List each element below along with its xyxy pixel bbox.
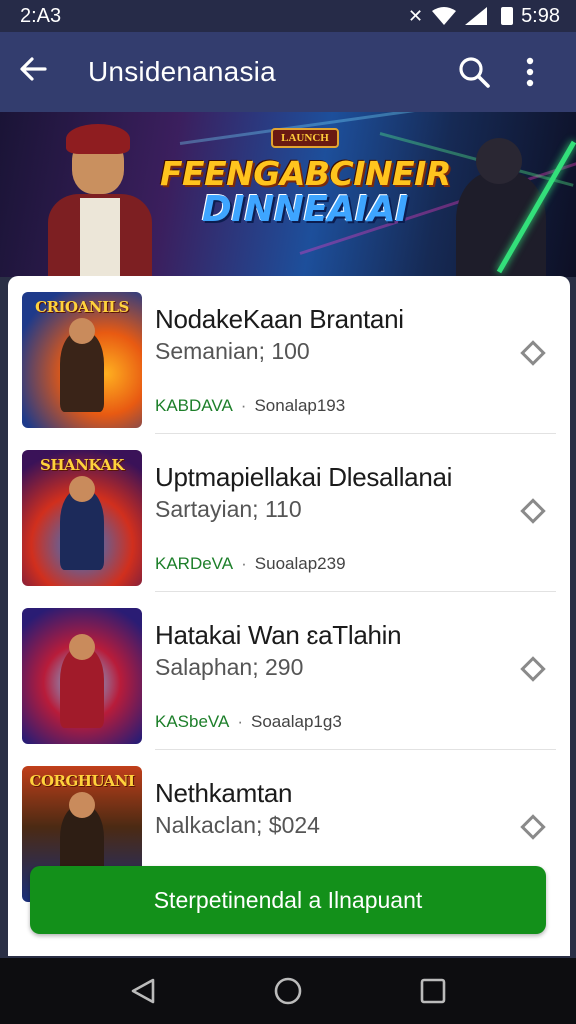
status-icons: ✕ 5:98	[408, 5, 560, 28]
hero-character-illustration	[20, 124, 170, 277]
page-title: Unsidenanasia	[88, 56, 276, 87]
banner-badge: LAUNCH	[271, 128, 339, 148]
nav-home-icon[interactable]	[258, 971, 318, 1011]
search-icon	[459, 57, 490, 88]
app-thumbnail: SHANKAK	[22, 450, 142, 586]
status-time: 2:A3	[20, 4, 62, 27]
install-diamond-icon[interactable]	[520, 340, 546, 366]
banner-headline-line2: DINNEAIAI	[201, 189, 409, 230]
list-item[interactable]: Hatakai Wan ɛaTlahin Salaphan; 290 KASbe…	[8, 592, 570, 750]
nav-recents-icon[interactable]	[403, 971, 463, 1011]
list-item[interactable]: SHANKAK Uptmapiellakai Dlesallanai Sarta…	[8, 434, 570, 592]
status-bar: 2:A3 ✕ 5:98	[0, 0, 576, 32]
thumb-label: SHANKAK	[40, 456, 124, 474]
app-name: NodakeKaan Brantani	[155, 304, 404, 334]
developer-name: KARDeVA	[155, 554, 234, 573]
system-nav-bar	[0, 958, 576, 1024]
more-vert-icon[interactable]	[502, 57, 558, 87]
developer-name: KABDAVA	[155, 396, 233, 415]
app-category: Sonalap193	[254, 396, 346, 415]
app-bar: Unsidenanasia	[0, 32, 576, 112]
app-name: Hatakai Wan ɛaTlahin	[155, 620, 402, 650]
app-price: Sartayian; 110	[155, 496, 302, 522]
app-price: Salaphan; 290	[155, 654, 304, 680]
app-list: CRIOANILS NodakeKaan Brantani Semanian; …	[8, 276, 570, 956]
nav-back-icon[interactable]	[113, 971, 173, 1011]
villain-character-illustration	[436, 132, 576, 277]
app-category: Suoalap239	[254, 554, 346, 573]
primary-action-button[interactable]: Sterpetinendal a Ilnapuant	[30, 866, 546, 934]
app-thumbnail	[22, 608, 142, 744]
thumb-label: CORGHUANI	[29, 772, 135, 790]
app-meta: KASbeVA · Soaalap1g3	[155, 712, 342, 731]
battery-icon	[501, 7, 514, 25]
banner-headline-line1: FEENGABCINEIR	[160, 154, 451, 193]
app-name: Uptmapiellakai Dlesallanai	[155, 462, 453, 492]
search-button[interactable]	[446, 55, 502, 89]
app-price: Semanian; 100	[155, 338, 310, 364]
status-clock: 5:98	[521, 4, 560, 27]
app-price: Nalkaclan; $024	[155, 812, 320, 838]
promo-banner[interactable]: LAUNCH FEENGABCINEIR DINNEAIAI	[0, 112, 576, 277]
mute-icon: ✕	[407, 5, 424, 26]
signal-icon	[465, 7, 488, 25]
app-meta: KABDAVA · Sonalap193	[155, 396, 346, 415]
app-meta: KARDeVA · Suoalap239	[155, 554, 346, 573]
app-name: Nethkamtan	[155, 778, 293, 808]
wifi-icon	[432, 7, 457, 25]
developer-name: KASbeVA	[155, 712, 230, 731]
install-diamond-icon[interactable]	[520, 814, 546, 840]
thumb-label: CRIOANILS	[35, 298, 129, 316]
app-thumbnail: CRIOANILS	[22, 292, 142, 428]
app-category: Soaalap1g3	[251, 712, 342, 731]
install-diamond-icon[interactable]	[520, 498, 546, 524]
list-item[interactable]: CRIOANILS NodakeKaan Brantani Semanian; …	[8, 276, 570, 434]
arrow-back-icon[interactable]	[18, 54, 66, 90]
banner-headline: LAUNCH FEENGABCINEIR DINNEAIAI	[160, 128, 451, 230]
install-diamond-icon[interactable]	[520, 656, 546, 682]
